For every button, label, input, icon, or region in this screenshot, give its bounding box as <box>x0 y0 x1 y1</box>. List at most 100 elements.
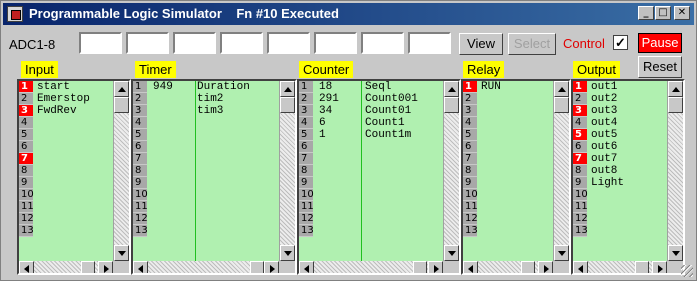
input-horizontal-scrollbar[interactable] <box>19 261 113 273</box>
maximize-button[interactable]: □ <box>655 6 671 20</box>
relay-row-number[interactable]: 5 <box>463 129 477 141</box>
output-row-number[interactable]: 11 <box>573 201 588 213</box>
counter-scroll-thumb[interactable] <box>444 97 459 113</box>
output-row-number[interactable]: 6 <box>573 141 587 153</box>
relay-row-number[interactable]: 12 <box>463 213 478 225</box>
counter-name[interactable]: Seql <box>365 81 418 93</box>
relay-scroll-right-button[interactable] <box>538 261 553 273</box>
timer-row-number[interactable]: 9 <box>133 177 147 189</box>
output-name[interactable]: out8 <box>591 165 624 177</box>
adc-field-7[interactable] <box>361 32 404 54</box>
output-scroll-track[interactable] <box>668 97 683 245</box>
relay-row-number[interactable]: 10 <box>463 189 478 201</box>
output-row-number[interactable]: 7 <box>573 153 587 165</box>
input-row-number[interactable]: 11 <box>19 201 34 213</box>
title-bar[interactable]: Programmable Logic Simulator Fn #10 Exec… <box>3 3 694 25</box>
select-button[interactable]: Select <box>508 33 556 55</box>
counter-row-number[interactable]: 2 <box>299 93 313 105</box>
output-name[interactable]: Light <box>591 177 624 189</box>
output-name[interactable]: out5 <box>591 129 624 141</box>
counter-row-number[interactable]: 13 <box>299 225 314 237</box>
relay-scroll-track[interactable] <box>554 97 569 245</box>
counter-scroll-up-button[interactable] <box>444 81 459 97</box>
input-row-number[interactable]: 12 <box>19 213 34 225</box>
timer-row-number[interactable]: 12 <box>133 213 148 225</box>
view-button[interactable]: View <box>459 33 503 55</box>
timer-hscroll-track[interactable] <box>148 261 264 273</box>
timer-scroll-up-button[interactable] <box>280 81 295 97</box>
counter-row-number[interactable]: 1 <box>299 81 313 93</box>
input-row-number[interactable]: 6 <box>19 141 33 153</box>
adc-field-1[interactable] <box>79 32 122 54</box>
timer-scroll-left-button[interactable] <box>133 261 148 273</box>
adc-field-3[interactable] <box>173 32 216 54</box>
timer-horizontal-scrollbar[interactable] <box>133 261 279 273</box>
input-name[interactable]: start <box>37 81 90 93</box>
input-scroll-right-button[interactable] <box>98 261 113 273</box>
output-row-number[interactable]: 1 <box>573 81 587 93</box>
relay-row-number[interactable]: 1 <box>463 81 477 93</box>
output-row-number[interactable]: 4 <box>573 117 587 129</box>
close-button[interactable]: ✕ <box>674 6 690 20</box>
timer-name[interactable]: tim3 <box>197 105 250 117</box>
input-name[interactable]: FwdRev <box>37 105 90 117</box>
output-row-number[interactable]: 8 <box>573 165 587 177</box>
counter-scroll-track[interactable] <box>444 97 459 245</box>
counter-row-number[interactable]: 7 <box>299 153 313 165</box>
counter-scroll-down-button[interactable] <box>444 245 459 261</box>
relay-row-number[interactable]: 13 <box>463 225 478 237</box>
output-row-number[interactable]: 10 <box>573 189 588 201</box>
output-scroll-down-button[interactable] <box>668 245 683 261</box>
counter-horizontal-scrollbar[interactable] <box>299 261 443 273</box>
input-row-number[interactable]: 2 <box>19 93 33 105</box>
timer-row-number[interactable]: 4 <box>133 117 147 129</box>
counter-row-number[interactable]: 5 <box>299 129 313 141</box>
output-scroll-right-button[interactable] <box>652 261 667 273</box>
relay-row-number[interactable]: 3 <box>463 105 477 117</box>
relay-name[interactable]: RUN <box>481 81 501 93</box>
output-scroll-left-button[interactable] <box>573 261 588 273</box>
timer-row-number[interactable]: 5 <box>133 129 147 141</box>
adc-field-2[interactable] <box>126 32 169 54</box>
output-vertical-scrollbar[interactable] <box>667 81 683 261</box>
input-row-number[interactable]: 10 <box>19 189 34 201</box>
counter-row-number[interactable]: 4 <box>299 117 313 129</box>
counter-vertical-scrollbar[interactable] <box>443 81 459 261</box>
timer-scroll-right-button[interactable] <box>264 261 279 273</box>
output-name[interactable]: out6 <box>591 141 624 153</box>
output-name[interactable]: out3 <box>591 105 624 117</box>
output-name[interactable]: out1 <box>591 81 624 93</box>
app-icon[interactable] <box>7 6 23 22</box>
timer-row-number[interactable]: 10 <box>133 189 148 201</box>
output-name[interactable]: out2 <box>591 93 624 105</box>
control-checkbox[interactable]: ✓ <box>613 35 628 50</box>
timer-row-number[interactable]: 1 <box>133 81 147 93</box>
counter-row-number[interactable]: 3 <box>299 105 313 117</box>
timer-scroll-thumb[interactable] <box>280 97 295 113</box>
counter-hscroll-track[interactable] <box>314 261 428 273</box>
counter-row-number[interactable]: 9 <box>299 177 313 189</box>
output-horizontal-scrollbar[interactable] <box>573 261 667 273</box>
counter-name[interactable]: Count01 <box>365 105 418 117</box>
timer-row-number[interactable]: 6 <box>133 141 147 153</box>
pause-button[interactable]: Pause <box>638 33 682 53</box>
input-scroll-track[interactable] <box>114 97 129 245</box>
output-name[interactable]: out4 <box>591 117 624 129</box>
output-row-number[interactable]: 9 <box>573 177 587 189</box>
counter-name[interactable]: Count001 <box>365 93 418 105</box>
output-row-number[interactable]: 5 <box>573 129 587 141</box>
relay-vertical-scrollbar[interactable] <box>553 81 569 261</box>
relay-row-number[interactable]: 9 <box>463 177 477 189</box>
relay-row-number[interactable]: 6 <box>463 141 477 153</box>
counter-hscroll-thumb[interactable] <box>413 261 427 273</box>
input-row-number[interactable]: 8 <box>19 165 33 177</box>
input-name[interactable]: Emerstop <box>37 93 90 105</box>
input-row-number[interactable]: 4 <box>19 117 33 129</box>
adc-field-8[interactable] <box>408 32 451 54</box>
relay-scroll-up-button[interactable] <box>554 81 569 97</box>
counter-row-number[interactable]: 10 <box>299 189 314 201</box>
counter-scroll-right-button[interactable] <box>428 261 443 273</box>
output-row-number[interactable]: 3 <box>573 105 587 117</box>
relay-scroll-left-button[interactable] <box>463 261 478 273</box>
relay-row-number[interactable]: 11 <box>463 201 478 213</box>
